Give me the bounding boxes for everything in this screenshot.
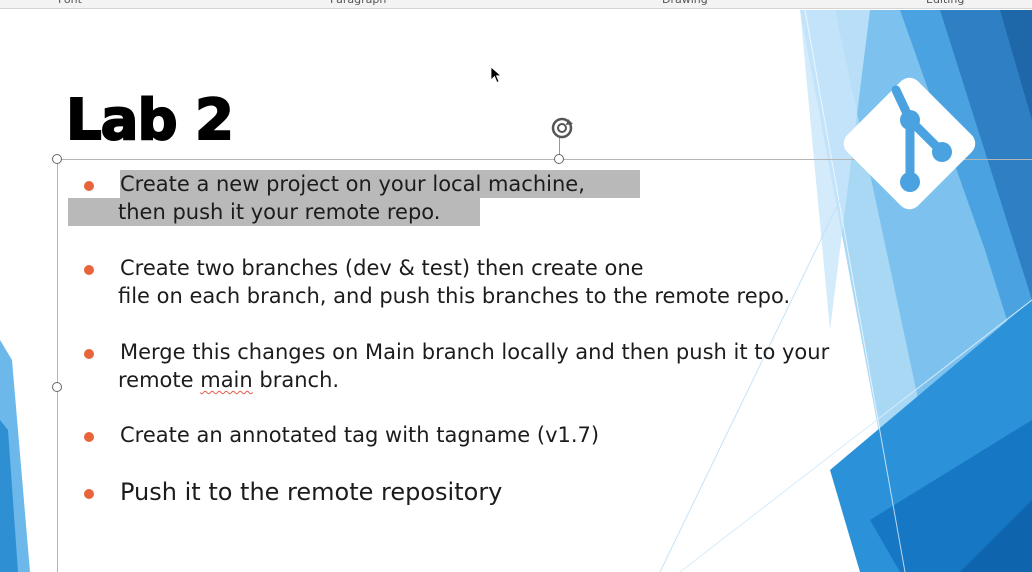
ribbon-group-label-cut: Font xyxy=(58,0,82,6)
git-logo-icon[interactable] xyxy=(838,70,988,230)
resize-handle-top-left[interactable] xyxy=(52,154,62,164)
resize-handle-top-middle[interactable] xyxy=(554,154,564,164)
ribbon-group-label-cut: Editing xyxy=(926,0,964,6)
ribbon-group-label-cut: Paragraph xyxy=(330,0,386,6)
slide-canvas[interactable]: Font Paragraph Drawing Editing Lab xyxy=(0,0,1032,572)
ribbon-group-label-cut: Drawing xyxy=(662,0,708,6)
mouse-pointer-icon xyxy=(490,66,502,84)
resize-handle-middle-left[interactable] xyxy=(52,382,62,392)
slide-title[interactable]: Lab 2 xyxy=(65,87,235,154)
ribbon-group-labels-strip: Font Paragraph Drawing Editing xyxy=(0,0,1032,9)
rotate-handle-icon[interactable] xyxy=(548,114,576,142)
